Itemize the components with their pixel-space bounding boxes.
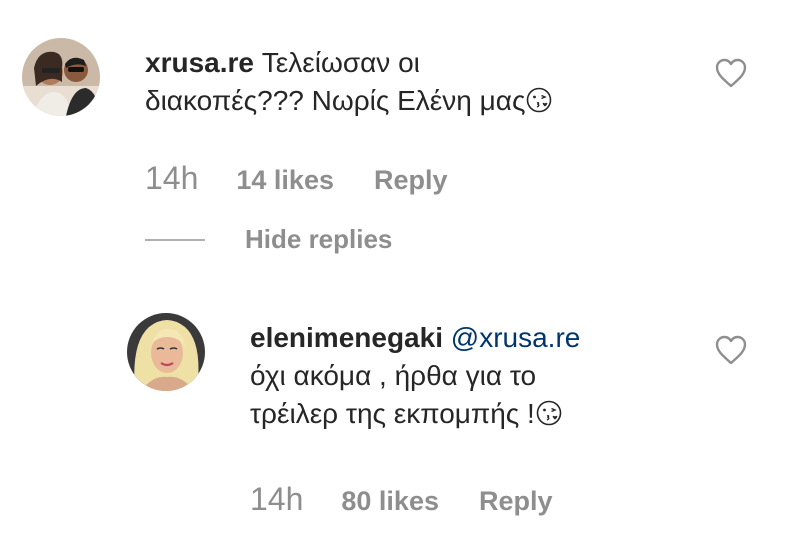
comment-username[interactable]: xrusa.re	[145, 47, 254, 78]
comment-likes[interactable]: 14 likes	[236, 165, 334, 196]
divider-line	[145, 238, 205, 241]
reply-username[interactable]: elenimenegaki	[250, 322, 443, 353]
heart-outline-icon	[715, 58, 747, 88]
avatar[interactable]	[127, 313, 205, 391]
reply-text-line1: όχι ακόμα , ήρθα για το	[250, 360, 537, 391]
reply-likes[interactable]: 80 likes	[341, 486, 439, 517]
comment-text: xrusa.re Τελείωσαν οι διακοπές??? Νωρίς …	[145, 44, 552, 120]
reply-reply-button[interactable]: Reply	[479, 486, 553, 517]
hide-replies-button[interactable]: Hide replies	[145, 224, 392, 255]
kissing-face-icon	[526, 85, 552, 113]
comment-time[interactable]: 14h	[145, 160, 198, 197]
hide-replies-label: Hide replies	[245, 224, 393, 254]
comment-text-line2: διακοπές??? Νωρίς Ελένη μας	[145, 85, 526, 116]
like-reply-button[interactable]	[714, 334, 748, 366]
comment-reply-button[interactable]: Reply	[374, 165, 448, 196]
reply-meta: 14h 80 likes Reply	[250, 481, 553, 518]
reply-text-line2: τρέιλερ της εκπομπής !	[250, 398, 535, 429]
comment-text-line1: Τελείωσαν οι	[261, 47, 420, 78]
avatar[interactable]	[22, 38, 100, 116]
kissing-face-icon	[536, 398, 562, 426]
heart-outline-icon	[715, 335, 747, 365]
reply-mention-link[interactable]: @xrusa.re	[451, 322, 581, 353]
comment-meta: 14h 14 likes Reply	[145, 160, 448, 197]
reply-text: elenimenegaki @xrusa.re όχι ακόμα , ήρθα…	[250, 319, 580, 433]
comments-thread: xrusa.re Τελείωσαν οι διακοπές??? Νωρίς …	[0, 0, 800, 536]
reply-time[interactable]: 14h	[250, 481, 303, 518]
like-comment-button[interactable]	[714, 57, 748, 89]
